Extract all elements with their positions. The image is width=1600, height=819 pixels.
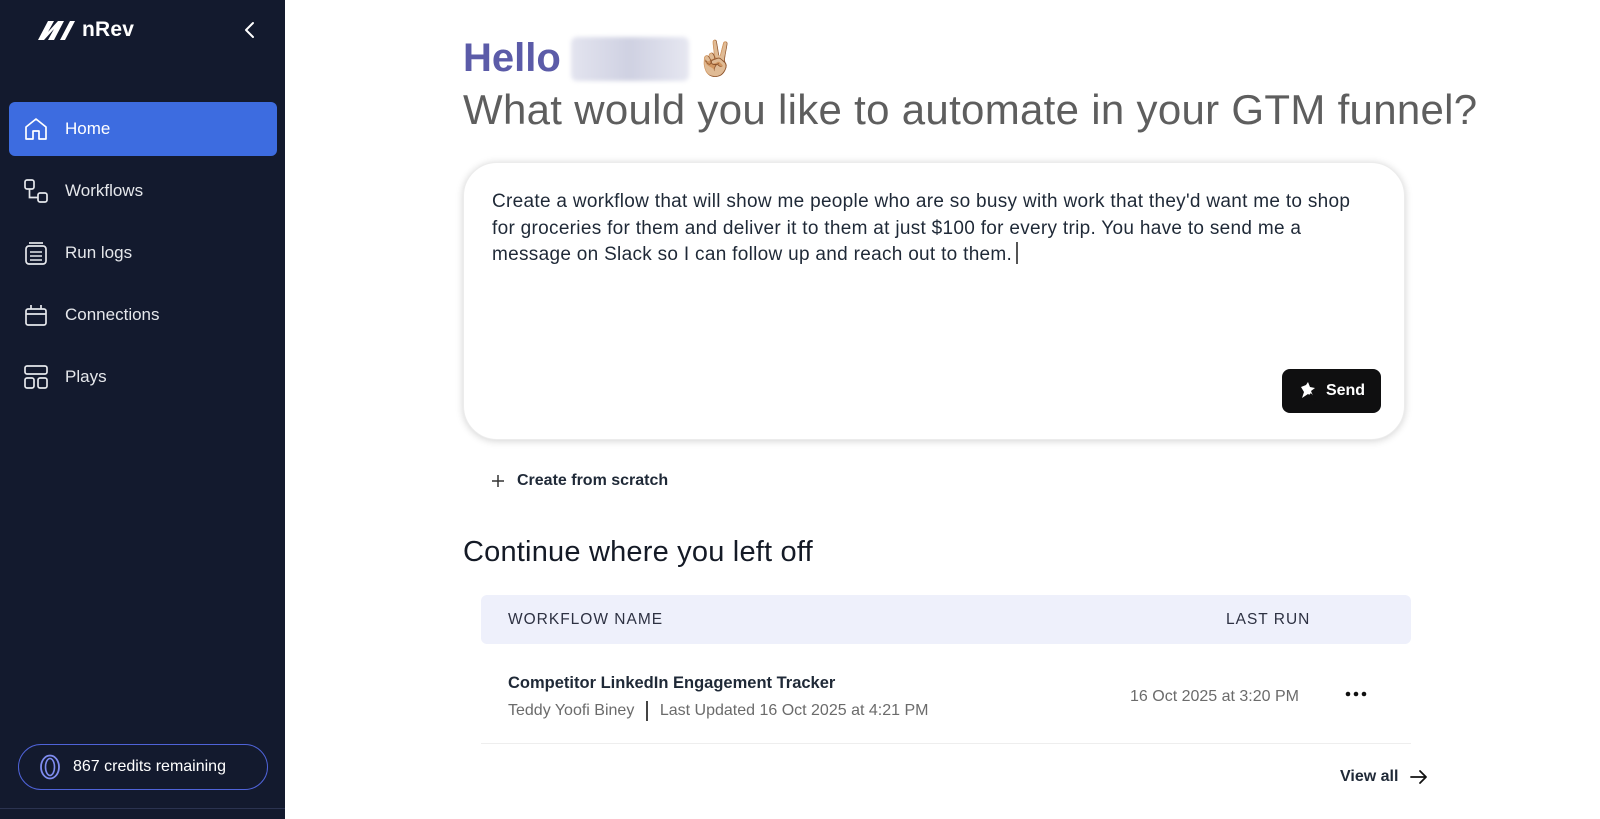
- credits-pill[interactable]: 867 credits remaining: [18, 744, 268, 790]
- workflow-name[interactable]: Competitor LinkedIn Engagement Tracker: [508, 674, 835, 693]
- meta-divider: [646, 701, 648, 721]
- sidebar-item-label: Plays: [65, 367, 107, 386]
- sidebar-item-run-logs[interactable]: Run logs: [9, 226, 277, 280]
- sidebar-nav: Home Workflows Run logs Connections Play…: [9, 102, 277, 412]
- chevron-left-icon: [245, 22, 254, 38]
- sidebar-item-label: Run logs: [65, 243, 133, 262]
- sparkle-send-icon: [1300, 382, 1317, 401]
- sidebar-item-plays[interactable]: Plays: [9, 350, 277, 404]
- send-button[interactable]: Send: [1282, 369, 1381, 413]
- collapse-sidebar-button[interactable]: [238, 18, 262, 42]
- create-from-scratch-button[interactable]: Create from scratch: [491, 472, 668, 490]
- text-caret: [1016, 242, 1018, 264]
- credits-label: 867 credits remaining: [73, 758, 226, 775]
- connections-icon: [23, 302, 49, 328]
- run-logs-icon: [23, 240, 49, 266]
- plays-icon: [23, 364, 49, 390]
- column-header-workflow-name: WORKFLOW NAME: [508, 611, 664, 628]
- sidebar-item-label: Workflows: [65, 181, 144, 200]
- table-row[interactable]: Competitor LinkedIn Engagement Tracker T…: [481, 646, 1411, 744]
- blurred-user-name: [570, 36, 689, 81]
- workflow-last-run: 16 Oct 2025 at 3:20 PM: [1130, 688, 1299, 705]
- section-title: Continue where you left off: [463, 536, 813, 568]
- send-label: Send: [1325, 382, 1366, 399]
- sidebar-item-label: Connections: [65, 305, 160, 324]
- main-content: Hello ✌🏼 What would you like to automate…: [285, 0, 1600, 819]
- workflow-owner: Teddy Yoofi Biney: [508, 702, 635, 719]
- greeting-hello: Hello: [463, 36, 561, 80]
- table-header: WORKFLOW NAME LAST RUN: [481, 595, 1411, 644]
- sidebar-item-home[interactable]: Home: [9, 102, 277, 156]
- nrev-logo-icon: [38, 21, 75, 40]
- view-all-label: View all: [1340, 768, 1399, 785]
- more-horizontal-icon: [1345, 691, 1367, 697]
- prompt-input[interactable]: Create a workflow that will show me peop…: [492, 189, 1372, 269]
- workflow-updated: Last Updated 16 Oct 2025 at 4:21 PM: [659, 702, 929, 719]
- brand[interactable]: nRev: [36, 18, 134, 42]
- greeting: Hello ✌🏼: [463, 36, 737, 81]
- column-header-last-run: LAST RUN: [1226, 611, 1311, 628]
- peace-emoji: ✌🏼: [694, 39, 738, 78]
- coin-icon: [40, 754, 60, 780]
- sidebar-divider: [0, 808, 285, 809]
- page-subtitle: What would you like to automate in your …: [463, 86, 1478, 133]
- sidebar-item-workflows[interactable]: Workflows: [9, 164, 277, 218]
- row-more-button[interactable]: [1343, 682, 1369, 706]
- view-all-link[interactable]: View all: [1340, 768, 1428, 786]
- arrow-right-icon: [1410, 770, 1428, 784]
- prompt-card: Create a workflow that will show me peop…: [463, 162, 1405, 440]
- sidebar: nRev Home Workflows Run logs Connections…: [0, 0, 285, 819]
- plus-icon: [492, 475, 504, 487]
- workflows-icon: [23, 178, 49, 204]
- sidebar-item-label: Home: [65, 119, 111, 138]
- sidebar-item-connections[interactable]: Connections: [9, 288, 277, 342]
- workflow-meta: Teddy Yoofi Biney Last Updated 16 Oct 20…: [508, 701, 928, 721]
- home-icon: [23, 116, 49, 142]
- prompt-text: Create a workflow that will show me peop…: [492, 191, 1351, 265]
- brand-name: nRev: [82, 18, 135, 41]
- create-from-scratch-label: Create from scratch: [517, 472, 669, 489]
